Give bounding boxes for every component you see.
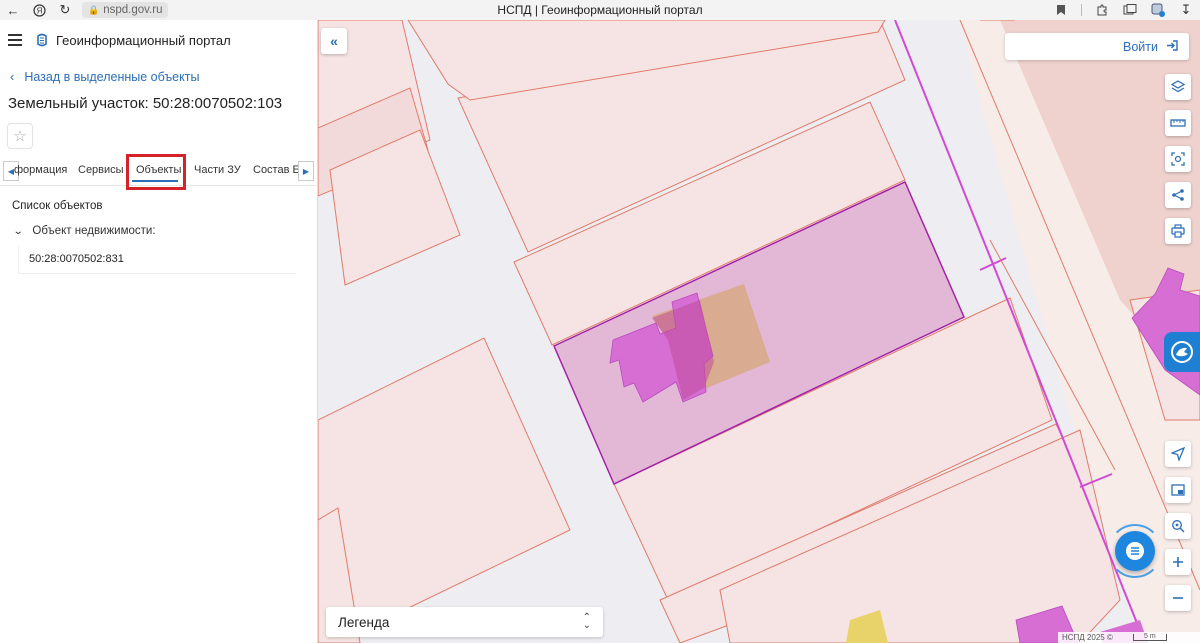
tab-parcel-parts[interactable]: Части ЗУ bbox=[194, 164, 241, 176]
assistant-panel-tab[interactable] bbox=[1164, 332, 1200, 372]
tab-scroll-right-icon[interactable]: ▶ bbox=[298, 161, 314, 181]
page-title: Земельный участок: 50:28:0070502:103 bbox=[8, 95, 283, 112]
bookmark-icon[interactable] bbox=[1047, 0, 1075, 20]
favorite-star-icon[interactable]: ☆ bbox=[7, 123, 33, 149]
url-text: nspd.gov.ru bbox=[103, 4, 163, 16]
share-icon[interactable] bbox=[1165, 182, 1191, 208]
portal-logo-icon bbox=[37, 33, 47, 47]
menu-icon[interactable] bbox=[8, 34, 22, 46]
search-location-icon[interactable] bbox=[1165, 513, 1191, 539]
back-link-label: Назад в выделенные объекты bbox=[24, 69, 200, 84]
area-select-icon[interactable] bbox=[1165, 146, 1191, 172]
back-arrow-icon[interactable]: ← bbox=[0, 0, 26, 20]
zoom-in-icon[interactable] bbox=[1165, 549, 1191, 575]
yandex-icon[interactable]: Я bbox=[26, 0, 52, 20]
collections-icon[interactable] bbox=[1116, 0, 1144, 20]
profile-icon[interactable] bbox=[1144, 0, 1172, 20]
tab-information[interactable]: формация bbox=[14, 164, 67, 176]
map-canvas[interactable] bbox=[318, 20, 1200, 643]
objects-list-heading: Список объектов bbox=[12, 200, 103, 212]
tab-services[interactable]: Сервисы bbox=[78, 164, 124, 176]
reload-icon[interactable]: ↻ bbox=[52, 0, 78, 20]
map-attribution: НСПД 2025 © 5 m bbox=[1058, 632, 1200, 643]
print-icon[interactable] bbox=[1165, 218, 1191, 244]
minimap-icon[interactable] bbox=[1165, 477, 1191, 503]
lock-icon: 🔒 bbox=[88, 4, 100, 15]
assistant-logo-icon bbox=[1171, 341, 1193, 363]
browser-right-icons: ↧ bbox=[1047, 0, 1200, 20]
download-icon[interactable]: ↧ bbox=[1172, 0, 1200, 20]
map-layer bbox=[318, 20, 1200, 643]
login-label: Войти bbox=[1123, 39, 1158, 54]
legend-dropdown[interactable]: Легенда ⌃ ⌄ bbox=[326, 607, 603, 637]
annotation-highlight-box bbox=[126, 154, 186, 190]
scale-bar: 5 m bbox=[1132, 633, 1167, 641]
extensions-icon[interactable] bbox=[1088, 0, 1116, 20]
browser-toolbar: ← Я ↻ 🔒 nspd.gov.ru bbox=[0, 0, 1200, 20]
attribution-text: НСПД 2025 © bbox=[1062, 633, 1113, 642]
back-to-selected-link[interactable]: ‹ Назад в выделенные объекты bbox=[10, 69, 199, 84]
tree-node-real-estate[interactable]: ⌄ Объект недвижимости: bbox=[12, 225, 156, 237]
svg-text:Я: Я bbox=[36, 6, 42, 15]
ruler-icon[interactable] bbox=[1165, 110, 1191, 136]
portal-title: Геоинформационный портал bbox=[56, 32, 231, 48]
legend-label: Легенда bbox=[338, 614, 390, 630]
login-button[interactable]: Войти bbox=[1005, 33, 1189, 60]
chevron-down-icon: ⌄ bbox=[12, 225, 24, 237]
address-bar[interactable]: 🔒 nspd.gov.ru bbox=[82, 2, 169, 18]
chat-icon[interactable] bbox=[1115, 531, 1155, 571]
layers-icon[interactable] bbox=[1165, 74, 1191, 100]
chevron-updown-icon: ⌃ ⌄ bbox=[582, 612, 591, 631]
chevron-left-icon: ‹ bbox=[10, 69, 15, 84]
collapse-sidebar-button[interactable]: « bbox=[321, 28, 347, 54]
zoom-out-icon[interactable] bbox=[1165, 585, 1191, 611]
sidebar: Геоинформационный портал ‹ Назад в выдел… bbox=[0, 20, 318, 643]
tree-node-label: Объект недвижимости: bbox=[32, 225, 156, 237]
sidebar-header: Геоинформационный портал bbox=[0, 20, 317, 60]
toolbar-divider bbox=[1081, 4, 1082, 16]
list-item[interactable]: 50:28:0070502:831 bbox=[18, 246, 296, 274]
locate-icon[interactable] bbox=[1165, 441, 1191, 467]
login-icon bbox=[1166, 39, 1179, 55]
